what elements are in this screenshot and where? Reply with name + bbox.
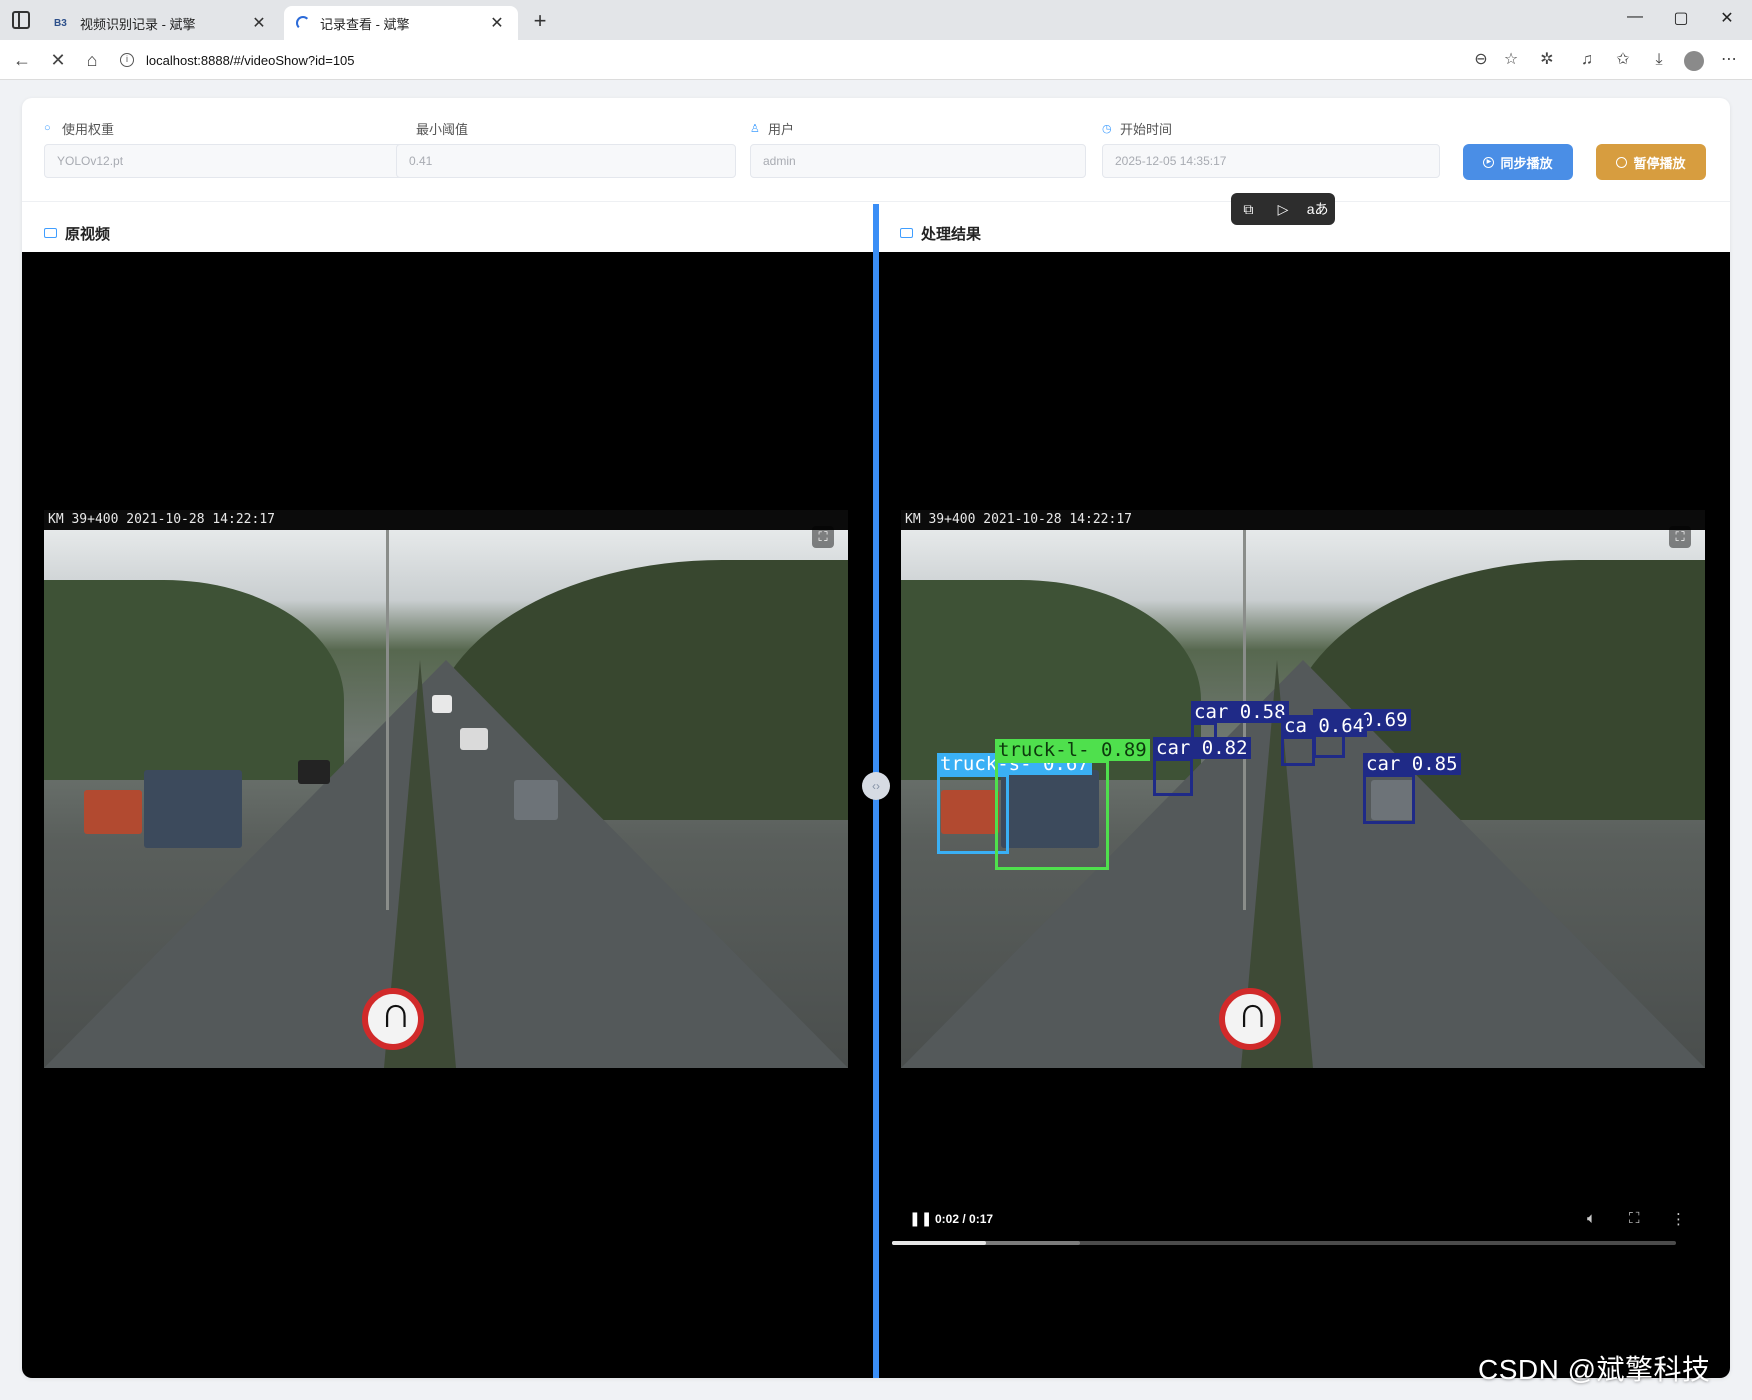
url-text: localhost:8888/#/videoShow?id=105 [146,52,355,68]
split-handle-icon[interactable]: ‹› [862,772,890,800]
picture-in-picture-icon[interactable]: ⧉ [1236,201,1260,218]
media-icon[interactable]: ♫ [1576,49,1598,71]
browser-tab-bar: B3 视频识别记录 - 斌擎 ✕ 记录查看 - 斌擎 ✕ + — ▢ ✕ [0,0,1752,40]
vehicle [460,728,488,750]
threshold-input[interactable]: 0.41 [396,144,736,178]
fullscreen-icon[interactable]: ⛶ [1669,526,1691,548]
tab-video-records[interactable]: B3 视频识别记录 - 斌擎 ✕ [42,6,280,40]
new-tab-icon[interactable]: + [528,8,552,34]
monitor-icon [900,228,913,238]
played-bar [892,1241,987,1245]
video-overlay-toolbar: ⧉ ▷ aあ [1231,193,1335,225]
start-time-label: 开始时间 [1120,121,1173,137]
detection-label: truck-l- 0.89 [995,739,1150,761]
camera-timestamp: KM 39+400 2021-10-28 14:22:17 [901,510,1705,530]
downloads-icon[interactable]: ⤓ [1648,49,1670,71]
result-video-frame: car 0.58 car 0.69 car 0.82 ca 0.64 car 0… [901,510,1705,1068]
detection-label: car 0.82 [1153,737,1251,759]
weight-label: 使用权重 [62,121,115,137]
favorites-icon[interactable]: ✩ [1612,49,1634,71]
detection-box: car 0.85 [1363,753,1461,824]
original-video-heading: 原视频 [44,216,110,250]
vehicle [298,760,330,784]
pause-circle-icon [1616,156,1628,168]
threshold-field: 最小阈值 0.41 [396,120,736,178]
extensions-icon[interactable]: ✲ [1536,49,1558,71]
loading-spinner-icon [296,16,310,30]
detection-box: ca 0.64 [1281,715,1368,766]
volume-icon[interactable]: 🔈︎ [1587,1210,1596,1227]
favorite-star-icon[interactable]: ☆ [1500,49,1522,71]
no-u-turn-sign [1219,988,1281,1050]
url-field[interactable]: i localhost:8888/#/videoShow?id=105 [110,45,1470,75]
csdn-watermark: CSDN @斌擎科技 [1478,1354,1711,1385]
site-favicon-icon: B3 [54,17,67,29]
minimize-icon[interactable]: — [1620,8,1650,26]
record-view-card: ○ 使用权重 YOLOv12.pt 最小阈值 0.41 ♙ 用户 admin ◷… [22,98,1730,1378]
original-video-player[interactable]: KM 39+400 2021-10-28 14:22:17 ⛶ [22,252,873,1378]
stop-loading-icon[interactable]: ✕ [46,48,70,72]
detection-box: truck-l- 0.89 [995,739,1150,870]
back-icon[interactable]: ← [10,48,34,72]
detection-label: car 0.58 [1191,701,1289,723]
zoom-out-icon[interactable]: ⊖ [1470,49,1492,71]
original-video-frame: KM 39+400 2021-10-28 14:22:17 ⛶ [44,510,848,1068]
site-info-icon[interactable]: i [120,53,134,67]
home-icon[interactable]: ⌂ [80,48,104,72]
user-field: ♙ 用户 admin [750,120,1086,178]
clock-icon: ◷ [1102,122,1112,135]
fullscreen-icon[interactable]: ⛶ [812,526,834,548]
user-icon: ♙ [750,122,760,135]
video-controls: ❚❚ 0:02 / 0:17 🔈︎ ⛶ ⋮ [897,1200,1697,1240]
sync-play-button[interactable]: ▶ 同步播放 [1463,144,1573,180]
more-menu-icon[interactable]: ⋯ [1718,49,1740,71]
playback-time: 0:02 / 0:17 [935,1212,994,1226]
maximize-icon[interactable]: ▢ [1666,8,1696,28]
pause-play-button[interactable]: 暂停播放 [1596,144,1706,180]
vehicle [144,770,242,848]
video-camera-icon [44,228,57,238]
visual-search-icon[interactable]: ▷ [1271,201,1295,218]
fullscreen-icon[interactable]: ⛶ [1629,1210,1640,1227]
vehicle [514,780,558,820]
vehicle [84,790,142,834]
no-u-turn-sign [362,988,424,1050]
close-tab-icon[interactable]: ✕ [250,13,268,33]
pause-icon[interactable]: ❚❚ [909,1210,932,1227]
weight-input[interactable]: YOLOv12.pt [44,144,404,178]
header-divider [22,201,1730,202]
profile-avatar[interactable] [1684,51,1704,71]
tab-record-view[interactable]: 记录查看 - 斌擎 ✕ [284,6,518,40]
tab-title: 视频识别记录 - 斌擎 [80,16,196,32]
playback-progress-bar[interactable] [892,1241,1676,1245]
user-label: 用户 [768,121,795,137]
more-options-icon[interactable]: ⋮ [1671,1210,1686,1228]
play-circle-icon: ▶ [1483,156,1495,168]
detection-box: car 0.82 [1153,737,1251,796]
translate-icon[interactable]: aあ [1306,199,1330,219]
camera-timestamp: KM 39+400 2021-10-28 14:22:17 [44,510,848,530]
address-bar: ← ✕ ⌂ i localhost:8888/#/videoShow?id=10… [0,40,1752,80]
threshold-label: 最小阈值 [416,121,469,137]
start-time-field: ◷ 开始时间 2025-12-05 14:35:17 [1102,120,1440,178]
weight-field: ○ 使用权重 YOLOv12.pt [44,120,404,178]
close-tab-icon[interactable]: ✕ [488,13,506,33]
result-heading: 处理结果 [900,216,981,250]
start-time-input[interactable]: 2025-12-05 14:35:17 [1102,144,1440,178]
detection-label: ca 0.64 [1281,715,1368,737]
tab-title: 记录查看 - 斌擎 [320,16,410,32]
close-window-icon[interactable]: ✕ [1712,8,1742,28]
vehicle [432,695,452,713]
circle-icon: ○ [44,122,51,134]
tab-actions-icon[interactable] [12,11,30,29]
detection-label: car 0.85 [1363,753,1461,775]
user-input[interactable]: admin [750,144,1086,178]
